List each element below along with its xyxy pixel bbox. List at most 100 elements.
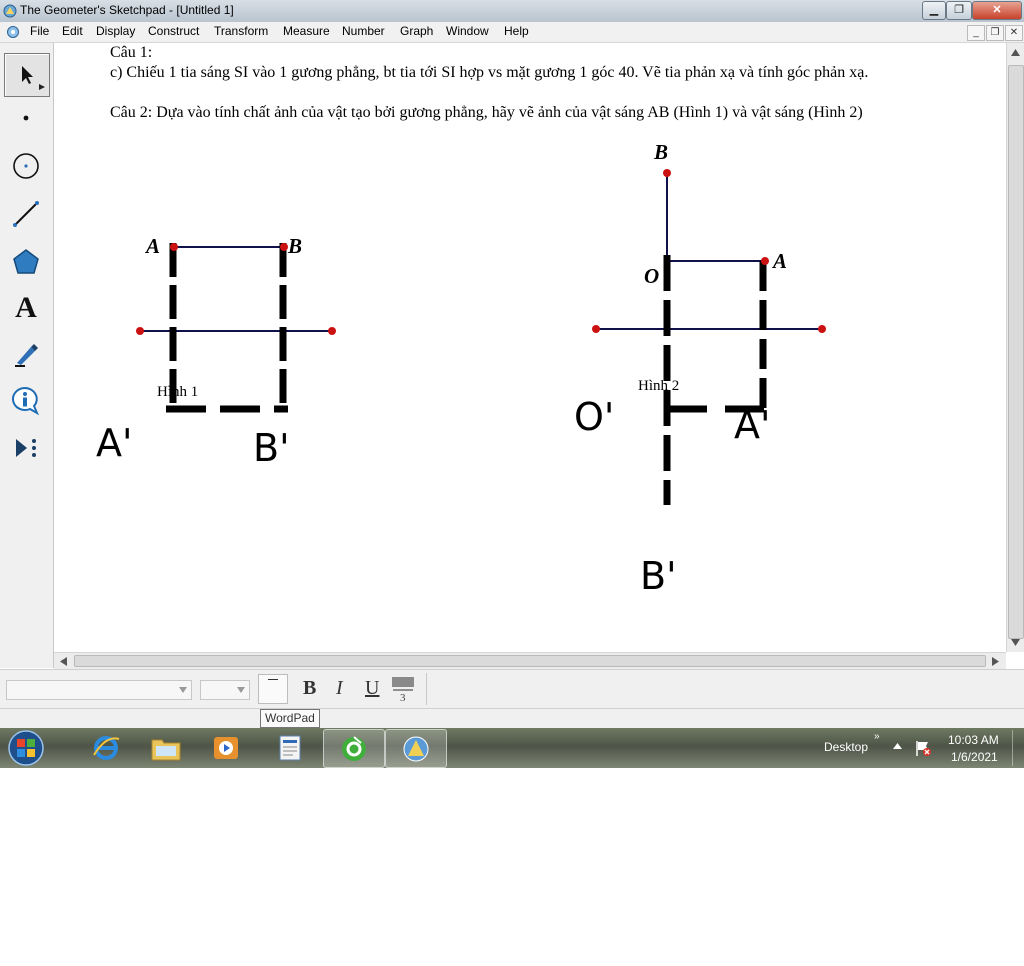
close-button[interactable]: ✕: [972, 1, 1022, 20]
text-tool-icon: A: [15, 291, 37, 324]
straightedge-tool[interactable]: [4, 193, 48, 235]
scroll-left-icon[interactable]: [60, 657, 67, 666]
taskbar-explorer[interactable]: [136, 729, 196, 766]
sketchpad-app-icon: [3, 4, 17, 18]
palette-divider: [426, 673, 427, 705]
color-swatch: [268, 679, 278, 680]
menu-construct[interactable]: Construct: [148, 24, 199, 38]
menu-transform[interactable]: Transform: [214, 24, 268, 38]
font-size-select[interactable]: [200, 680, 250, 700]
custom-tool[interactable]: [4, 427, 48, 469]
custom-tool-icon: [16, 439, 36, 457]
scroll-right-icon[interactable]: [992, 657, 999, 666]
taskbar-internet-explorer[interactable]: [76, 729, 136, 766]
clock-date[interactable]: 1/6/2021: [951, 750, 998, 764]
chevron-down-icon: [237, 687, 245, 693]
polygon-icon: [13, 249, 39, 274]
taskbar-wordpad[interactable]: [260, 729, 320, 766]
image-a2-label[interactable]: A': [734, 403, 770, 447]
windows-taskbar: Desktop » 10:03 AM 1/6/2021: [0, 728, 1024, 768]
sketchpad-icon: [403, 736, 429, 761]
information-tool[interactable]: [4, 379, 48, 421]
arrow-icon: [22, 66, 33, 84]
image-b-label[interactable]: B': [253, 426, 290, 470]
segment-icon: [13, 201, 39, 227]
menu-graph[interactable]: Graph: [400, 24, 433, 38]
italic-button[interactable]: I: [336, 677, 343, 700]
taskbar-app-green[interactable]: [323, 729, 385, 768]
point-mirror-left[interactable]: [136, 327, 144, 335]
figure-2-caption[interactable]: Hình 2: [638, 378, 679, 395]
clock-time[interactable]: 10:03 AM: [948, 733, 999, 747]
green-app-icon: [342, 735, 366, 761]
start-button[interactable]: [6, 729, 46, 767]
figures-drawing: [136, 169, 826, 505]
menu-window[interactable]: Window: [446, 24, 489, 38]
menu-measure[interactable]: Measure: [283, 24, 330, 38]
text-palette: B I U 3: [0, 669, 1024, 708]
point-mirror2-right[interactable]: [818, 325, 826, 333]
action-center-flag-icon[interactable]: [914, 739, 932, 757]
font-family-select[interactable]: [6, 680, 192, 700]
label-a2[interactable]: A: [773, 249, 787, 274]
information-icon: [12, 386, 39, 415]
point-a[interactable]: [170, 243, 178, 251]
menu-help[interactable]: Help: [504, 24, 529, 38]
menu-edit[interactable]: Edit: [62, 24, 83, 38]
label-b[interactable]: B: [288, 234, 302, 259]
vertical-scrollbar[interactable]: [1006, 43, 1024, 652]
point-mirror2-left[interactable]: [592, 325, 600, 333]
taskbar-media-player[interactable]: [196, 729, 256, 766]
label-b2[interactable]: B: [654, 140, 668, 165]
minimize-button[interactable]: ▁: [922, 1, 946, 20]
mdi-minimize-button[interactable]: _: [967, 25, 985, 41]
point-tool[interactable]: [4, 97, 48, 139]
scroll-down-icon[interactable]: [1011, 639, 1020, 646]
horizontal-scrollbar[interactable]: [54, 652, 1006, 669]
compass-tool[interactable]: [4, 145, 48, 187]
menu-display[interactable]: Display: [96, 24, 135, 38]
point-mirror-right[interactable]: [328, 327, 336, 335]
window-title: The Geometer's Sketchpad - [Untitled 1]: [20, 3, 234, 17]
point-b[interactable]: [280, 243, 288, 251]
folder-icon: [151, 739, 181, 760]
menu-number[interactable]: Number: [342, 24, 385, 38]
image-a-label[interactable]: A': [96, 421, 132, 465]
tray-expand-icon[interactable]: [893, 743, 902, 749]
point-icon: [23, 115, 29, 121]
menu-file[interactable]: File: [30, 24, 49, 38]
menu-bar: File Edit Display Construct Transform Me…: [0, 22, 1024, 43]
chevron-down-icon: [179, 687, 187, 693]
vertical-scroll-thumb[interactable]: [1008, 65, 1024, 639]
maximize-button[interactable]: ❐: [946, 1, 972, 20]
point-b2[interactable]: [663, 169, 671, 177]
image-o-label[interactable]: O': [574, 395, 614, 439]
taskbar-sketchpad[interactable]: [385, 729, 447, 768]
document-icon[interactable]: [6, 25, 20, 39]
point-a2[interactable]: [761, 257, 769, 265]
show-desktop-button[interactable]: [1012, 730, 1023, 766]
figure-2: [592, 169, 826, 505]
figure-1-caption[interactable]: Hình 1: [157, 384, 198, 401]
mdi-restore-button[interactable]: ❐: [986, 25, 1004, 41]
horizontal-scroll-thumb[interactable]: [74, 655, 986, 667]
marker-tool[interactable]: [4, 333, 48, 375]
label-a[interactable]: A: [146, 234, 160, 259]
sketch-canvas[interactable]: Câu 1: c) Chiếu 1 tia sáng SI vào 1 gươn…: [54, 43, 1006, 652]
desktop-toolbar-label[interactable]: Desktop: [824, 740, 868, 754]
bold-button[interactable]: B: [303, 677, 316, 700]
scroll-up-icon[interactable]: [1011, 49, 1020, 56]
taskbar-tooltip: WordPad: [260, 709, 320, 728]
underline-button[interactable]: U: [365, 677, 379, 700]
toolbox: A: [0, 43, 54, 668]
label-o[interactable]: O: [644, 264, 659, 289]
image-b2-label[interactable]: B': [640, 554, 677, 598]
text-color-button[interactable]: [258, 674, 288, 704]
mdi-close-button[interactable]: ✕: [1005, 25, 1023, 41]
math-format-icon[interactable]: 3: [390, 676, 416, 702]
submenu-triangle-icon: [39, 84, 45, 90]
text-tool[interactable]: A: [4, 287, 48, 329]
status-bar: [0, 708, 1024, 729]
polygon-tool[interactable]: [4, 241, 48, 283]
chevron-right-icon[interactable]: »: [874, 731, 880, 742]
